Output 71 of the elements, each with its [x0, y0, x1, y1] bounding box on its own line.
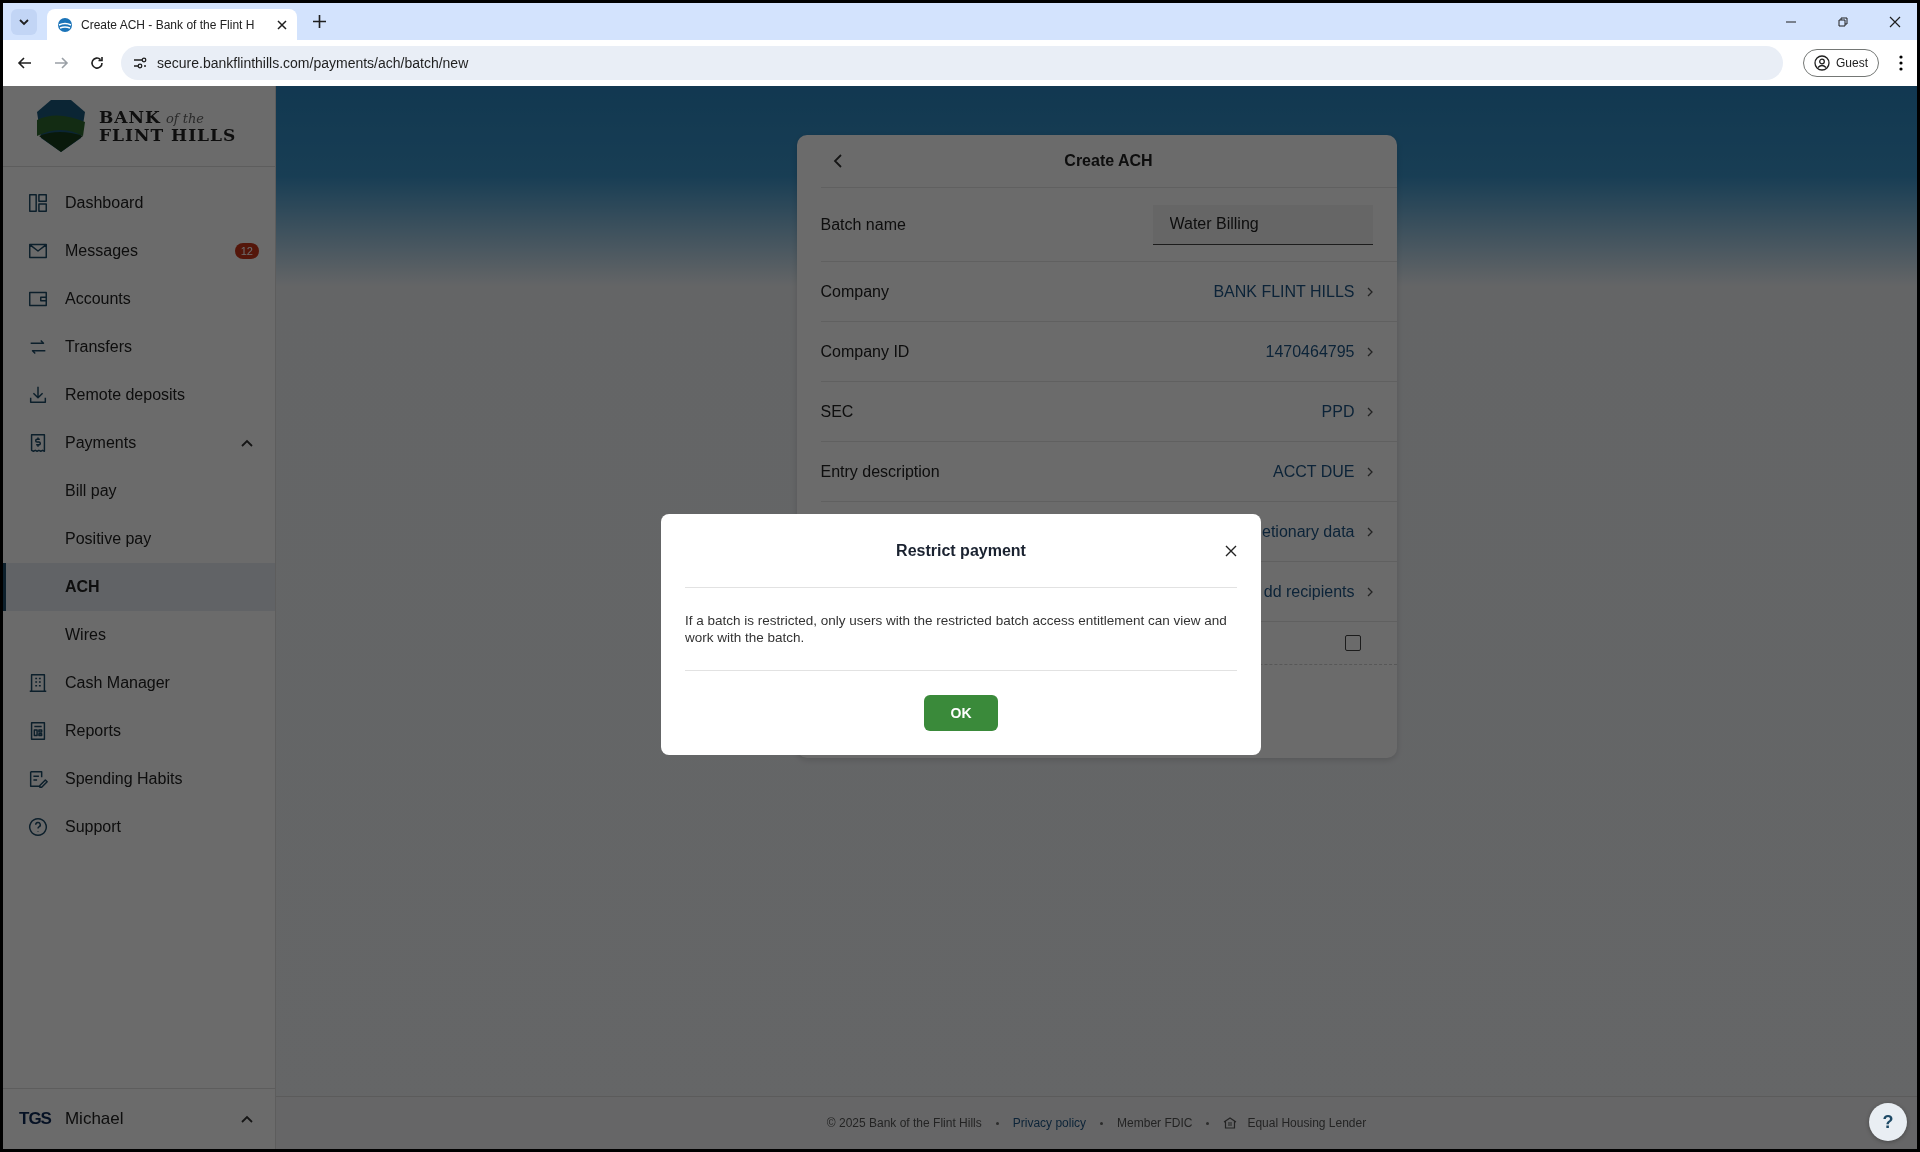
chevron-right-icon [1366, 526, 1373, 537]
close-icon[interactable] [1225, 544, 1237, 557]
menu-icon[interactable] [1899, 55, 1903, 71]
card-title: Create ACH [1064, 152, 1153, 170]
close-tab-icon[interactable] [277, 19, 287, 30]
help-icon [27, 816, 49, 838]
person-icon [1814, 55, 1830, 71]
nav-item[interactable]: Messages 12 [3, 227, 275, 275]
field-label: Company [820, 282, 889, 301]
field-value[interactable]: 1470464795 [1265, 342, 1355, 361]
nav-subitem[interactable]: Bill pay [3, 467, 275, 515]
company-logo: TGS [19, 1109, 51, 1129]
field-label: SEC [820, 402, 854, 421]
chevron-right-icon [1366, 406, 1373, 417]
nav-item[interactable]: Payments [3, 419, 275, 467]
close-icon[interactable] [1889, 15, 1901, 28]
nav-item[interactable]: Support [3, 803, 275, 851]
download-icon [27, 384, 49, 406]
field-label: Batch name [820, 215, 906, 234]
new-tab-icon[interactable] [313, 15, 326, 28]
back-arrow-icon[interactable] [17, 55, 33, 71]
bank-name: BANK of the FLINT HILLS [99, 108, 237, 144]
copyright-text: © 2025 Bank of the Flint Hills [826, 1116, 982, 1130]
nav-item[interactable]: Dashboard [3, 179, 275, 227]
chevron-right-icon [1366, 286, 1373, 297]
restore-icon[interactable] [1837, 15, 1849, 28]
site-settings-icon[interactable] [133, 56, 147, 70]
ok-button[interactable]: OK [924, 695, 998, 731]
address-bar[interactable]: secure.bankflinthills.com/payments/ach/batch/new [121, 46, 1783, 80]
privacy-policy-link[interactable]: Privacy policy [1012, 1116, 1087, 1130]
field-value[interactable]: etionary data [1262, 522, 1355, 541]
forward-arrow-icon[interactable] [53, 55, 69, 71]
field-value[interactable]: BANK FLINT HILLS [1213, 282, 1355, 301]
field-value[interactable]: ACCT DUE [1273, 462, 1355, 481]
field-label: Company ID [820, 342, 910, 361]
user-name: Michael [64, 1109, 125, 1129]
separator-dot [995, 1121, 999, 1125]
unread-count-badge: 12 [234, 243, 259, 259]
nav-item[interactable]: Cash Manager [3, 659, 275, 707]
chevron-right-icon [1366, 466, 1373, 477]
checkbox[interactable] [1344, 635, 1361, 651]
nav-item[interactable]: Transfers [3, 323, 275, 371]
separator-dot [1100, 1121, 1104, 1125]
nav-item[interactable]: Accounts [3, 275, 275, 323]
nav-subitem[interactable]: Wires [3, 611, 275, 659]
field-label: Entry description [820, 462, 940, 481]
dialog-message: If a batch is restricted, only users with the restricted batch access entitlement can view and work with the batch. [685, 588, 1237, 671]
chevron-right-icon [1366, 586, 1373, 597]
edit-note-icon [27, 768, 49, 790]
separator-dot [1206, 1121, 1210, 1125]
chevron-right-icon [1366, 346, 1373, 357]
browser-tab[interactable]: Create ACH - Bank of the Flint H [47, 9, 297, 40]
field-value[interactable]: dd recipients [1263, 582, 1355, 601]
bank-logo-icon [57, 16, 73, 33]
nav-item[interactable]: Reports [3, 707, 275, 755]
nav-item[interactable]: Remote deposits [3, 371, 275, 419]
nav-subitem[interactable]: ACH [3, 563, 275, 611]
house-icon [1223, 1117, 1238, 1129]
nav-item[interactable]: Spending Habits [3, 755, 275, 803]
reload-icon[interactable] [89, 55, 105, 71]
equal-housing-text: Equal Housing Lender [1247, 1116, 1367, 1130]
batch-name-input[interactable]: Water Billing [1152, 204, 1373, 245]
field-value[interactable]: PPD [1321, 402, 1355, 421]
chevron-icon[interactable] [241, 439, 253, 447]
member-fdic-text: Member FDIC [1117, 1116, 1193, 1130]
dialog-title: Restrict payment [896, 541, 1026, 560]
chevron-icon[interactable] [241, 1115, 253, 1123]
building-icon [27, 672, 49, 694]
dashboard-icon [27, 192, 49, 214]
tab-list-button[interactable] [11, 8, 37, 35]
nav-subitem[interactable]: Positive pay [3, 515, 275, 563]
